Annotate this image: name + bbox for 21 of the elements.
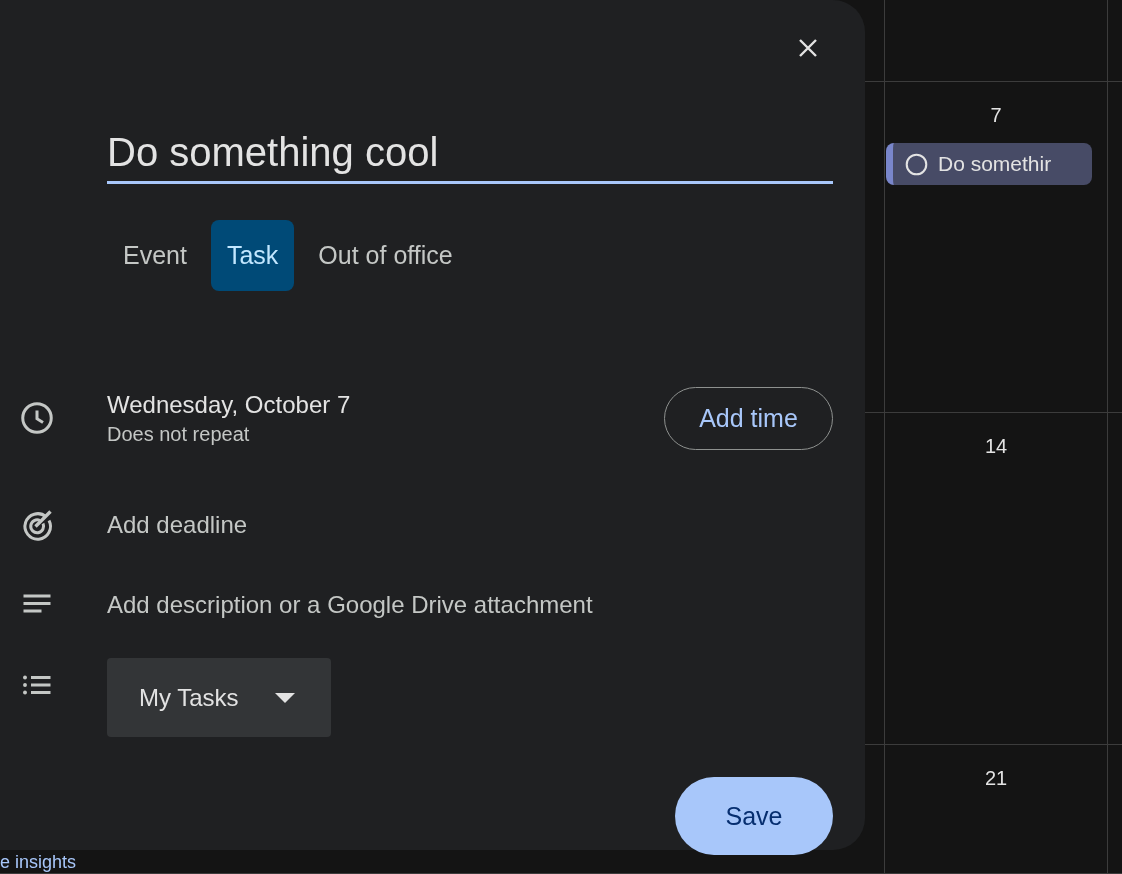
- title-field[interactable]: Do something cool: [107, 130, 833, 184]
- deadline-text[interactable]: Add deadline: [107, 511, 248, 539]
- day-number: 14: [984, 435, 1008, 458]
- day-number: 21: [984, 767, 1008, 790]
- calendar-cell[interactable]: 21: [884, 745, 1108, 874]
- clock-icon: [19, 400, 55, 436]
- repeat-text[interactable]: Does not repeat: [107, 422, 664, 446]
- calendar-cell[interactable]: 14: [884, 413, 1108, 745]
- type-tab[interactable]: Task: [210, 220, 295, 291]
- caret-icon: [274, 692, 295, 703]
- task-chip[interactable]: Do somethir: [886, 143, 1092, 185]
- description-text[interactable]: Add description or a Google Drive attachment: [107, 591, 593, 619]
- save-button[interactable]: Save: [675, 777, 833, 855]
- task-list-dropdown[interactable]: My Tasks: [107, 658, 331, 737]
- day-number: 7: [990, 104, 1002, 127]
- calendar-cell[interactable]: 7 Do somethir: [884, 82, 1108, 413]
- type-tab[interactable]: Event: [107, 220, 203, 291]
- type-tab[interactable]: Out of office: [302, 220, 469, 291]
- date-text[interactable]: Wednesday, October 7: [107, 390, 664, 419]
- calendar-cell[interactable]: [884, 0, 1108, 82]
- insights-link[interactable]: e insights: [0, 852, 77, 872]
